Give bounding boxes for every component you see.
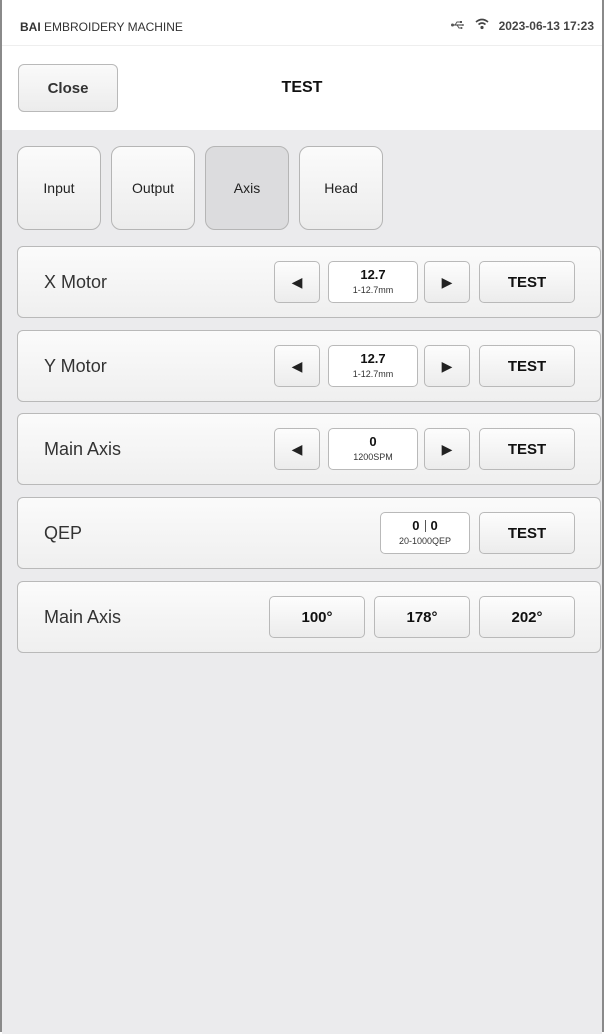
tab-input[interactable]: Input: [17, 146, 101, 230]
right-arrow-icon: ▶: [441, 357, 453, 374]
left-arrow-icon: ◀: [291, 273, 303, 290]
app-name-brand: BAI: [20, 20, 41, 34]
angle-100-button[interactable]: 100°: [269, 596, 365, 638]
close-button[interactable]: Close: [18, 64, 118, 112]
x-motor-decrease-button[interactable]: ◀: [274, 261, 320, 303]
tab-head[interactable]: Head: [299, 146, 383, 230]
left-arrow-icon: ◀: [291, 357, 303, 374]
angle-178-button[interactable]: 178°: [374, 596, 470, 638]
page-title: TEST: [281, 79, 323, 96]
datetime: 2023-06-13 17:23: [498, 18, 594, 33]
left-arrow-icon: ◀: [291, 440, 303, 457]
main-axis-value: 0: [369, 434, 377, 449]
y-motor-increase-button[interactable]: ▶: [424, 345, 470, 387]
right-arrow-icon: ▶: [441, 440, 453, 457]
y-motor-row: Y Motor ◀ 12.7 1-12.7mm ▶ TEST: [17, 330, 601, 402]
qep-label: QEP: [44, 523, 83, 543]
y-motor-value-field[interactable]: 12.7 1-12.7mm: [328, 345, 418, 387]
x-motor-test-button[interactable]: TEST: [479, 261, 575, 303]
main-axis-angle-row: Main Axis 100° 178° 202°: [17, 581, 601, 653]
qep-value-field[interactable]: 0 0 20-1000QEP: [380, 512, 470, 554]
page-header: Close TEST: [2, 46, 602, 130]
x-motor-label: X Motor: [44, 272, 108, 292]
x-motor-row: X Motor ◀ 12.7 1-12.7mm ▶ TEST: [17, 246, 601, 318]
qep-range: 20-1000QEP: [398, 536, 452, 546]
main-axis-increase-button[interactable]: ▶: [424, 428, 470, 470]
wifi-icon: [475, 18, 489, 33]
y-motor-value: 12.7: [360, 351, 386, 366]
x-motor-increase-button[interactable]: ▶: [424, 261, 470, 303]
main-axis-test-button[interactable]: TEST: [479, 428, 575, 470]
tab-bar: Input Output Axis Head: [17, 146, 383, 230]
qep-value-a: 0: [412, 518, 420, 533]
y-motor-decrease-button[interactable]: ◀: [274, 345, 320, 387]
y-motor-test-button[interactable]: TEST: [479, 345, 575, 387]
tab-output[interactable]: Output: [111, 146, 195, 230]
usb-icon: [450, 18, 465, 33]
main-axis-value-field[interactable]: 0 1200SPM: [328, 428, 418, 470]
main-axis-label: Main Axis: [44, 439, 122, 459]
qep-values: 0 0: [381, 518, 469, 533]
right-arrow-icon: ▶: [441, 273, 453, 290]
angle-202-button[interactable]: 202°: [479, 596, 575, 638]
app-name-rest: EMBROIDERY MACHINE: [40, 20, 183, 34]
qep-value-b: 0: [430, 518, 438, 533]
main-axis-decrease-button[interactable]: ◀: [274, 428, 320, 470]
x-motor-value: 12.7: [360, 267, 386, 282]
tab-axis[interactable]: Axis: [205, 146, 289, 230]
main-axis-angle-label: Main Axis: [44, 607, 122, 627]
status-bar: BAI EMBROIDERY MACHINE 2023-06-13 17:23: [2, 0, 602, 46]
y-motor-range: 1-12.7mm: [352, 369, 394, 379]
main-axis-row: Main Axis ◀ 0 1200SPM ▶ TEST: [17, 413, 601, 485]
app-name: BAI EMBROIDERY MACHINE: [20, 20, 183, 34]
y-motor-label: Y Motor: [44, 356, 107, 376]
x-motor-value-field[interactable]: 12.7 1-12.7mm: [328, 261, 418, 303]
main-axis-range: 1200SPM: [353, 452, 393, 462]
qep-test-button[interactable]: TEST: [479, 512, 575, 554]
x-motor-range: 1-12.7mm: [352, 285, 394, 295]
qep-divider: [424, 519, 426, 532]
qep-row: QEP 0 0 20-1000QEP TEST: [17, 497, 601, 569]
main-panel: Input Output Axis Head X Motor ◀ 12.7 1-…: [2, 130, 602, 1034]
